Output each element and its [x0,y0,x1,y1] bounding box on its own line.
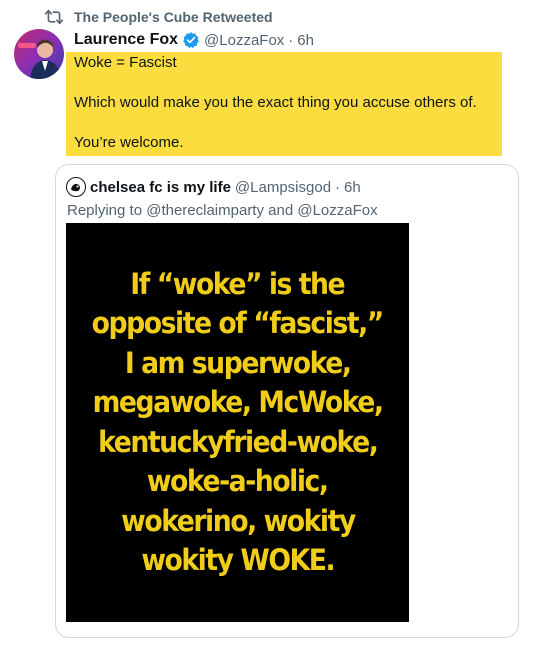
separator-dot: · [335,178,341,196]
image-text-line: If “woke” is the [130,266,346,301]
tweet-text-line: Which would make you the exact thing you… [74,94,477,111]
image-text-line: I am superwoke, [124,345,352,380]
tweet-header: Laurence Fox @LozzaFox · 6h [74,29,314,51]
replying-to-label: Replying to @thereclaimparty and @LozzaF… [67,202,378,219]
image-text-line: opposite of “fascist,” [91,306,385,340]
tweet-text: Woke = Fascist Which would make you the … [66,52,502,156]
quoted-tweet-header: chelsea fc is my life @Lampsisgod · 6h [66,176,361,198]
image-text-line: woke-a-holic, [147,464,329,498]
image-text-line: wokity WOKE. [141,543,335,577]
retweet-icon [44,9,64,25]
quoted-tweet-card[interactable]: chelsea fc is my life @Lampsisgod · 6h R… [55,164,519,638]
image-text-line: megawoke, McWoke, [92,385,384,419]
quoted-author-avatar[interactable] [66,177,86,197]
quoted-tweet-image[interactable]: If “woke” is the opposite of “fascist,” … [66,223,409,622]
quoted-author-handle[interactable]: @Lampsisgod [235,179,331,196]
tweet-timestamp[interactable]: 6h [297,32,314,49]
quoted-author-name[interactable]: chelsea fc is my life [90,179,231,196]
author-handle[interactable]: @LozzaFox [204,32,284,49]
image-text-line: wokerino, wokity [120,503,356,538]
tweet-text-line: You’re welcome. [74,134,184,151]
quoted-tweet-timestamp[interactable]: 6h [344,179,361,196]
author-name[interactable]: Laurence Fox [74,31,178,49]
author-avatar[interactable] [14,29,64,79]
retweet-label[interactable]: The People's Cube Retweeted [74,9,273,25]
image-text-line: kentuckyfried-woke, [97,424,379,459]
separator-dot: · [288,31,294,49]
tweet-text-line: Woke = Fascist [74,54,177,71]
verified-badge-icon [183,32,199,49]
